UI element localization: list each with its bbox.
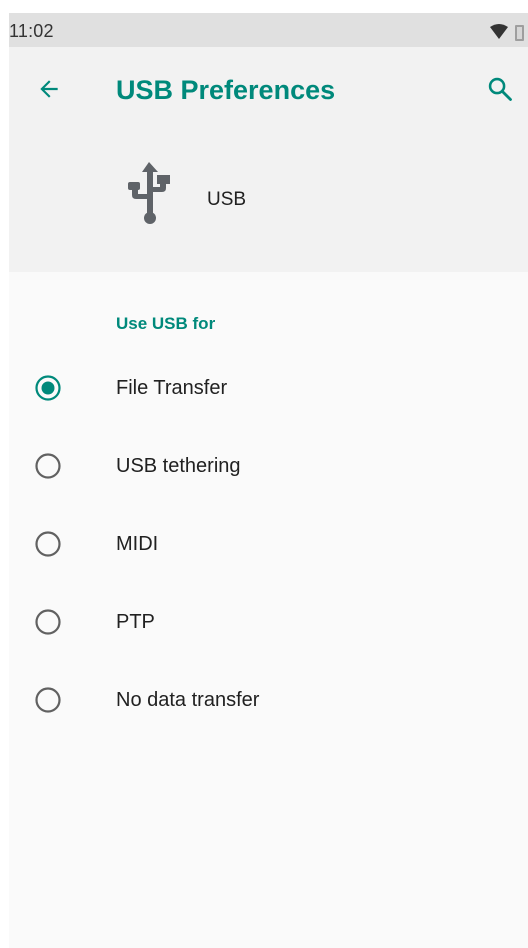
option-no-data-transfer[interactable]: No data transfer xyxy=(9,661,528,739)
option-label: No data transfer xyxy=(116,689,260,711)
option-label: File Transfer xyxy=(116,377,228,399)
usb-icon xyxy=(127,162,175,234)
status-bar: 11:02 xyxy=(9,13,528,47)
wifi-icon xyxy=(490,24,508,39)
radio-unchecked-icon[interactable] xyxy=(34,686,62,714)
battery-icon xyxy=(515,25,524,41)
screen: 11:02 USB Preferences USB Use USB for Fi… xyxy=(9,13,528,948)
search-icon xyxy=(488,77,512,101)
back-button[interactable] xyxy=(31,71,67,107)
option-label: PTP xyxy=(116,611,155,633)
device-label: USB xyxy=(207,189,247,210)
radio-unchecked-icon[interactable] xyxy=(34,452,62,480)
radio-unchecked-icon[interactable] xyxy=(34,608,62,636)
status-icons xyxy=(488,24,528,42)
app-header: USB Preferences USB xyxy=(9,47,528,272)
usb-mode-options: File Transfer USB tethering MIDI PTP No … xyxy=(9,349,528,739)
option-label: MIDI xyxy=(116,533,159,555)
option-midi[interactable]: MIDI xyxy=(9,505,528,583)
search-button[interactable] xyxy=(482,71,518,107)
page-title: USB Preferences xyxy=(116,75,336,105)
section-header: Use USB for xyxy=(116,314,216,333)
option-file-transfer[interactable]: File Transfer xyxy=(9,349,528,427)
status-time: 11:02 xyxy=(9,21,54,41)
option-usb-tethering[interactable]: USB tethering xyxy=(9,427,528,505)
option-ptp[interactable]: PTP xyxy=(9,583,528,661)
radio-unchecked-icon[interactable] xyxy=(34,530,62,558)
arrow-back-icon xyxy=(40,80,58,98)
option-label: USB tethering xyxy=(116,455,241,477)
radio-checked-icon[interactable] xyxy=(34,374,62,402)
